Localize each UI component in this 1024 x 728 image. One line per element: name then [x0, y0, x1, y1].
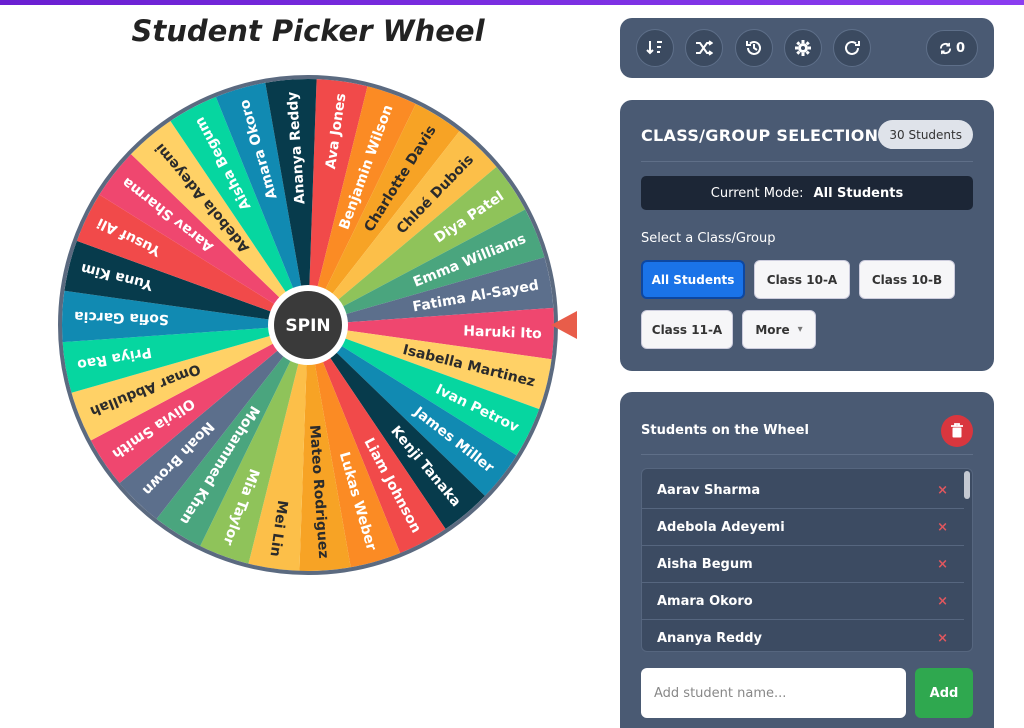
- divider: [641, 161, 973, 162]
- student-list[interactable]: Aarav Sharma × Adebola Adeyemi × Aisha B…: [641, 468, 973, 652]
- student-name: Adebola Adeyemi: [657, 519, 785, 535]
- wheel-slice-label: Sofia Garcia: [74, 308, 169, 327]
- remove-icon[interactable]: ×: [937, 631, 948, 646]
- toolbar: 0: [620, 18, 994, 78]
- page-title: Student Picker Wheel: [131, 14, 485, 48]
- list-item: Amara Okoro ×: [642, 583, 964, 620]
- remove-icon[interactable]: ×: [937, 520, 948, 535]
- spin-counter[interactable]: 0: [926, 30, 978, 66]
- select-class-label: Select a Class/Group: [641, 231, 776, 246]
- reset-icon[interactable]: [833, 29, 871, 67]
- more-dropdown[interactable]: More ▾: [742, 310, 816, 349]
- student-count-badge: 30 Students: [878, 120, 973, 149]
- class-button-all-students[interactable]: All Students: [641, 260, 745, 299]
- sync-icon: [939, 42, 952, 54]
- wheel-slice-label: Haruki Ito: [463, 323, 542, 342]
- add-student-input[interactable]: [641, 668, 906, 718]
- chevron-down-icon: ▾: [797, 324, 803, 335]
- trash-icon: [951, 423, 963, 438]
- students-panel-heading: Students on the Wheel: [641, 423, 809, 438]
- settings-icon[interactable]: [784, 29, 822, 67]
- history-icon[interactable]: [735, 29, 773, 67]
- student-name: Ananya Reddy: [657, 630, 763, 646]
- divider: [641, 454, 973, 455]
- mode-label: Current Mode:: [710, 185, 804, 201]
- class-button-11a[interactable]: Class 11-A: [641, 310, 733, 349]
- student-name: Aarav Sharma: [657, 482, 761, 498]
- class-button-10a[interactable]: Class 10-A: [754, 260, 850, 299]
- students-panel: Students on the Wheel Aarav Sharma × Ade…: [620, 392, 994, 728]
- shuffle-icon[interactable]: [685, 29, 723, 67]
- spin-label[interactable]: SPIN: [285, 316, 330, 336]
- class-panel-heading: CLASS/GROUP SELECTION: [641, 126, 879, 145]
- mode-value: All Students: [813, 185, 904, 201]
- list-item: Adebola Adeyemi ×: [642, 509, 964, 546]
- picker-wheel[interactable]: Ava JonesBenjamin WilsonCharlotte DavisC…: [52, 75, 578, 575]
- student-name: Amara Okoro: [657, 593, 753, 609]
- remove-icon[interactable]: ×: [937, 483, 948, 498]
- list-item: Ananya Reddy ×: [642, 620, 964, 651]
- class-button-10b[interactable]: Class 10-B: [859, 260, 955, 299]
- add-student-button[interactable]: Add: [915, 668, 973, 718]
- sort-icon[interactable]: [636, 29, 674, 67]
- remove-icon[interactable]: ×: [937, 594, 948, 609]
- spin-count: 0: [955, 40, 966, 56]
- scrollbar[interactable]: [964, 471, 970, 499]
- list-item: Aisha Begum ×: [642, 546, 964, 583]
- remove-icon[interactable]: ×: [937, 557, 948, 572]
- class-group-panel: CLASS/GROUP SELECTION 30 Students Curren…: [620, 100, 994, 371]
- student-name: Aisha Begum: [657, 556, 753, 572]
- list-item: Aarav Sharma ×: [642, 472, 964, 509]
- more-label: More: [755, 322, 790, 337]
- top-accent-bar: [0, 0, 1024, 5]
- clear-all-button[interactable]: [941, 415, 973, 447]
- current-mode-bar: Current Mode: All Students: [641, 176, 973, 210]
